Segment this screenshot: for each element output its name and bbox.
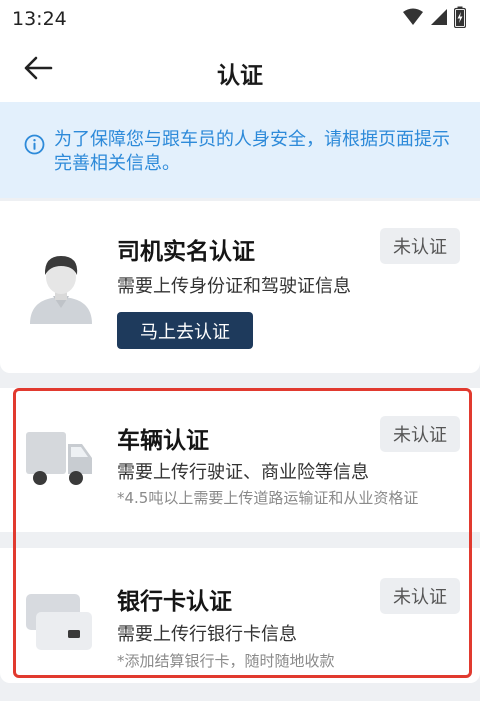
notice-text: 为了保障您与跟车员的人身安全，请根据页面提示完善相关信息。	[54, 129, 450, 174]
bank-card-description: 需要上传行银行卡信息	[117, 624, 297, 645]
bank-card-title: 银行卡认证	[117, 589, 232, 615]
bank-card-note: *添加结算银行卡，随时随地收款	[117, 652, 335, 670]
driver-card-title: 司机实名认证	[117, 239, 255, 265]
driver-avatar-icon	[30, 256, 92, 324]
wifi-icon	[402, 8, 424, 30]
nav-bar: 认证	[0, 40, 480, 102]
bank-card-icon	[26, 594, 92, 650]
page-title: 认证	[217, 63, 263, 89]
truck-icon	[26, 432, 92, 485]
vehicle-card-note: *4.5吨以上需要上传道路运输证和从业资格证	[117, 489, 419, 507]
bank-card-verification-card[interactable]: 银行卡认证 需要上传行银行卡信息 *添加结算银行卡，随时随地收款 未认证	[0, 548, 480, 683]
status-icons	[402, 6, 467, 32]
driver-card-description: 需要上传身份证和驾驶证信息	[117, 276, 351, 297]
info-circle-icon	[24, 134, 45, 159]
vehicle-card-description: 需要上传行驶证、商业险等信息	[117, 462, 369, 483]
start-verification-button[interactable]: 马上去认证	[117, 312, 253, 349]
signal-icon	[430, 8, 448, 30]
vehicle-verification-card[interactable]: 车辆认证 需要上传行驶证、商业险等信息 *4.5吨以上需要上传道路运输证和从业资…	[0, 388, 480, 532]
status-bar: 13:24	[0, 0, 480, 40]
bank-status-badge: 未认证	[380, 578, 460, 614]
battery-charging-icon	[453, 6, 467, 32]
driver-status-badge: 未认证	[380, 228, 460, 264]
vehicle-card-title: 车辆认证	[117, 428, 209, 454]
vehicle-status-badge: 未认证	[380, 416, 460, 452]
status-time: 13:24	[12, 8, 67, 30]
